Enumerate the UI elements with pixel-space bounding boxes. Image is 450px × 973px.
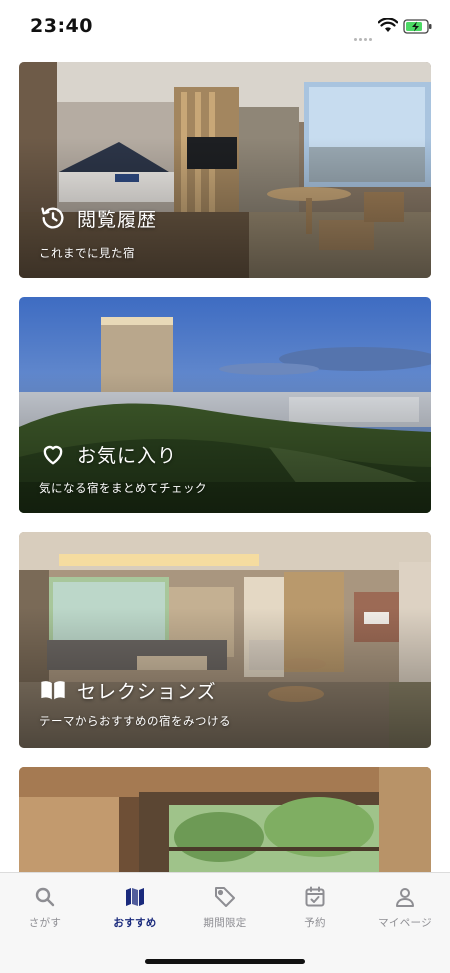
feature-card[interactable] [19,767,431,872]
selections-title: セレクションズ [77,680,217,703]
history-card[interactable]: 閲覧履歴 これまでに見た宿 [19,62,431,278]
history-icon [39,204,67,232]
battery-charging-icon [403,19,433,38]
home-indicator[interactable] [145,959,305,964]
favorites-card[interactable]: お気に入り 気になる宿をまとめてチェック [19,297,431,513]
favorites-title: お気に入り [77,444,178,467]
tab-reservations[interactable]: 予約 [270,873,360,943]
favorites-subtitle: 気になる宿をまとめてチェック [39,481,207,495]
selections-subtitle: テーマからおすすめの宿をみつける [39,714,231,728]
person-icon [396,888,414,907]
calendar-check-icon [305,886,325,907]
map-icon [126,888,144,906]
tab-search[interactable]: さがす [0,873,90,943]
tab-search-label: さがす [28,917,62,929]
tab-recommend[interactable]: おすすめ [90,873,180,943]
tag-icon [215,887,235,907]
tab-mypage[interactable]: マイページ [360,873,450,943]
tab-reservations-label: 予約 [304,917,326,929]
cellular-signal-icon [354,26,374,45]
selections-card[interactable]: セレクションズ テーマからおすすめの宿をみつける [19,532,431,748]
history-title: 閲覧履歴 [77,208,158,231]
tab-bar: さがす おすすめ 期間限定 予約 マイページ [0,872,450,973]
tab-mypage-label: マイページ [378,917,432,929]
tab-limited-label: 期間限定 [203,917,247,929]
tab-limited[interactable]: 期間限定 [180,873,270,943]
tab-recommend-label: おすすめ [113,917,157,929]
wifi-icon [377,17,399,37]
history-subtitle: これまでに見た宿 [39,246,135,260]
status-bar: 23:40 [0,0,450,56]
heart-icon [39,440,67,468]
status-time: 23:40 [30,15,93,37]
recommend-feed: 閲覧履歴 これまでに見た宿 お気に入り 気になる宿をまとめてチェック セレクショ… [0,0,450,872]
book-icon [39,676,67,704]
feature-card-photo [19,767,431,872]
search-icon [35,887,55,907]
